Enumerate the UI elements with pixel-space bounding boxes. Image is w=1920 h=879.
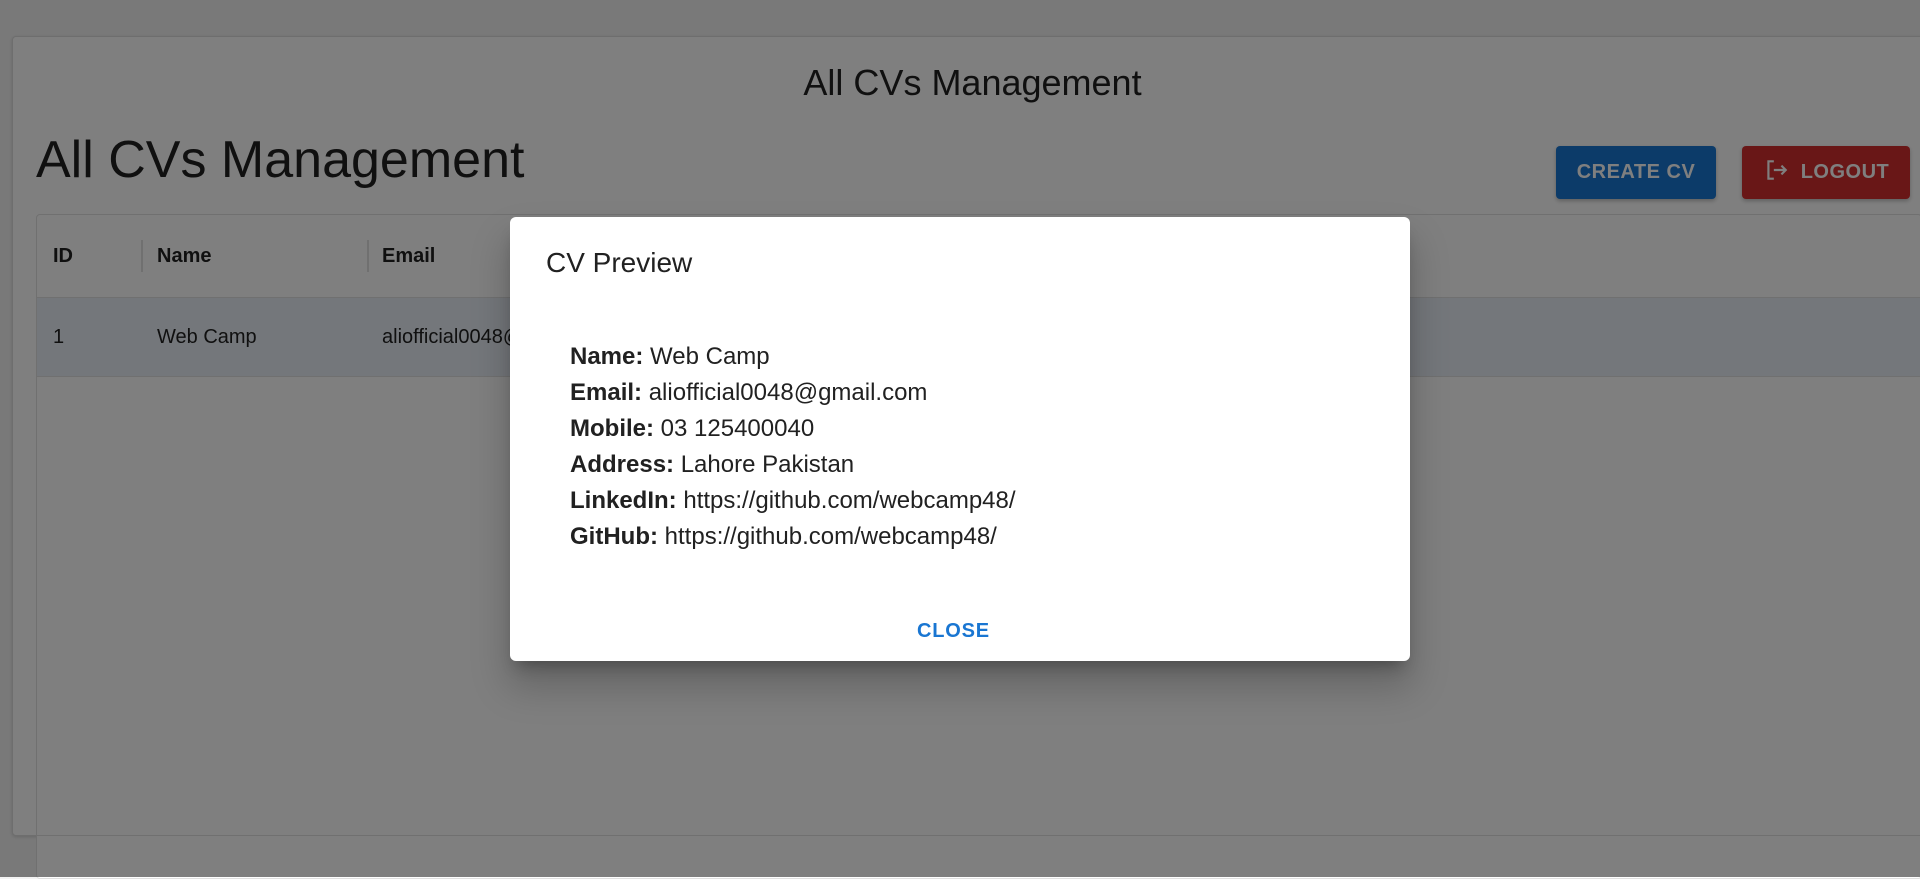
cv-preview-dialog: CV Preview Name: Web Camp Email: alioffi… <box>510 217 1410 661</box>
field-email: Email: aliofficial0048@gmail.com <box>570 375 1016 411</box>
field-label: LinkedIn: <box>570 487 677 514</box>
field-value: aliofficial0048@gmail.com <box>648 379 928 406</box>
dialog-title: CV Preview <box>546 247 693 278</box>
field-value: 03 125400040 <box>660 415 815 442</box>
field-value: https://github.com/webcamp48/ <box>664 523 997 550</box>
field-label: Name: <box>570 343 644 370</box>
field-address: Address: Lahore Pakistan <box>570 447 1016 483</box>
field-value: Lahore Pakistan <box>680 451 855 478</box>
field-name: Name: Web Camp <box>570 339 1016 375</box>
field-label: Email: <box>570 379 643 406</box>
field-github: GitHub: https://github.com/webcamp48/ <box>570 519 1016 555</box>
field-label: Address: <box>570 451 675 478</box>
field-label: Mobile: <box>570 415 654 442</box>
field-mobile: Mobile: 03 125400040 <box>570 411 1016 447</box>
field-linkedin: LinkedIn: https://github.com/webcamp48/ <box>570 483 1016 519</box>
close-button[interactable]: CLOSE <box>917 620 990 643</box>
field-value: Web Camp <box>650 343 770 370</box>
dialog-content: Name: Web Camp Email: aliofficial0048@gm… <box>570 339 1016 555</box>
field-label: GitHub: <box>570 523 658 550</box>
field-value: https://github.com/webcamp48/ <box>683 487 1016 514</box>
